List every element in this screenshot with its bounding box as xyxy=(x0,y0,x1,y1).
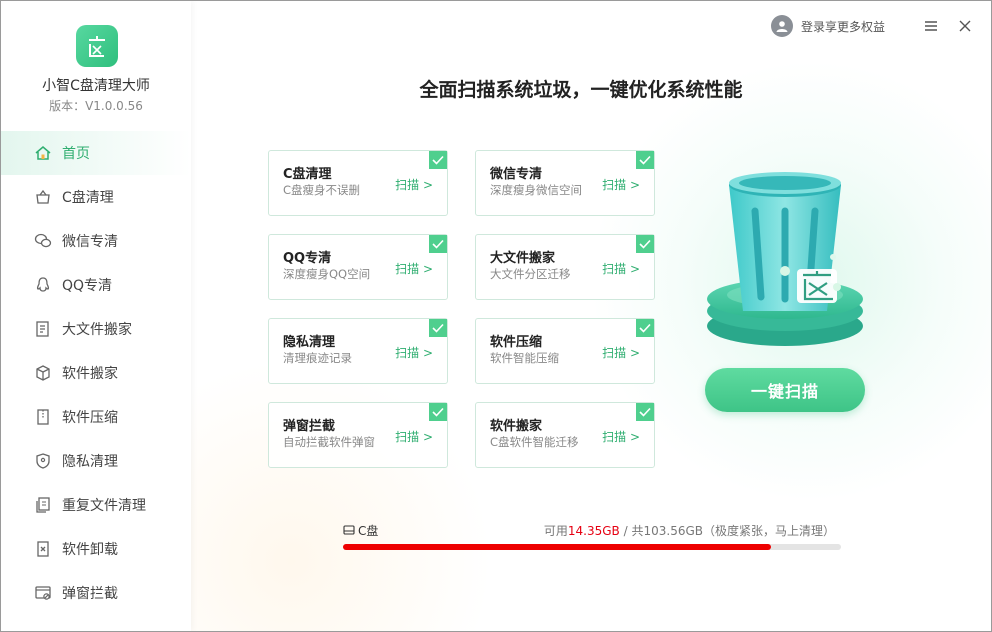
card-scan-link[interactable]: 扫描 > xyxy=(602,344,640,361)
sidebar-item-label: 首页 xyxy=(62,146,90,162)
card-scan-link[interactable]: 扫描 > xyxy=(602,428,640,445)
sidebar-item-label: 软件搬家 xyxy=(62,366,118,382)
menu-icon[interactable] xyxy=(923,18,939,34)
sidebar-item-popup-block[interactable]: 弹窗拦截 xyxy=(1,571,191,615)
sidebar-item-qq-clean[interactable]: QQ专清 xyxy=(1,263,191,307)
popup-block-icon xyxy=(33,583,53,603)
document-list-icon xyxy=(33,319,53,339)
sidebar-item-label: 重复文件清理 xyxy=(62,498,146,514)
sidebar-item-label: 隐私清理 xyxy=(62,454,118,470)
duplicate-files-icon xyxy=(33,495,53,515)
card-scan-link[interactable]: 扫描 > xyxy=(395,176,433,193)
sidebar-item-home[interactable]: 首页 xyxy=(1,131,191,175)
app-version: 版本：V1.0.0.56 xyxy=(49,99,143,113)
card-title: 隐私清理 xyxy=(283,335,336,350)
feature-card-privacy[interactable]: 隐私清理 清理痕迹记录 扫描 > xyxy=(268,318,448,384)
one-click-scan-button[interactable]: 一键扫描 xyxy=(705,368,865,412)
page-headline: 全面扫描系统垃圾，一键优化系统性能 xyxy=(419,79,743,101)
sidebar-item-label: 大文件搬家 xyxy=(62,322,132,338)
feature-card-large-file[interactable]: 大文件搬家 大文件分区迁移 扫描 > xyxy=(475,234,655,300)
topbar: 登录享更多权益 xyxy=(770,15,973,37)
sidebar-item-label: 弹窗拦截 xyxy=(62,586,118,602)
feature-card-c-drive[interactable]: C盘清理 C盘瘦身不误删 扫描 > xyxy=(268,150,448,216)
feature-card-popup-block[interactable]: 弹窗拦截 自动拦截软件弹窗 扫描 > xyxy=(268,402,448,468)
card-subtitle: 清理痕迹记录 xyxy=(283,351,352,365)
login-link[interactable]: 登录享更多权益 xyxy=(801,18,885,35)
feature-card-compress[interactable]: 软件压缩 软件智能压缩 扫描 > xyxy=(475,318,655,384)
close-icon[interactable] xyxy=(957,18,973,34)
card-scan-link[interactable]: 扫描 > xyxy=(395,344,433,361)
disk-total-text: / 共103.56GB（极度紧张，马上清理） xyxy=(619,524,835,538)
sidebar-item-duplicate-clean[interactable]: 重复文件清理 xyxy=(1,483,191,527)
checkbox-checked-icon[interactable] xyxy=(429,235,447,253)
checkbox-checked-icon[interactable] xyxy=(636,151,654,169)
card-title: C盘清理 xyxy=(283,167,332,182)
card-subtitle: 深度瘦身微信空间 xyxy=(490,183,582,197)
card-subtitle: 深度瘦身QQ空间 xyxy=(283,267,371,281)
home-icon xyxy=(33,143,53,163)
card-scan-link[interactable]: 扫描 > xyxy=(602,260,640,277)
sidebar-item-label: 软件压缩 xyxy=(62,410,118,426)
card-subtitle: 软件智能压缩 xyxy=(490,351,559,365)
disk-available-value: 14.35GB xyxy=(567,524,620,538)
sidebar-item-large-file-move[interactable]: 大文件搬家 xyxy=(1,307,191,351)
sidebar-item-label: C盘清理 xyxy=(62,190,114,206)
card-scan-link[interactable]: 扫描 > xyxy=(602,176,640,193)
disk-name: C盘 xyxy=(358,524,379,538)
sidebar-item-wechat-clean[interactable]: 微信专清 xyxy=(1,219,191,263)
card-subtitle: 大文件分区迁移 xyxy=(490,267,571,281)
feature-card-wechat[interactable]: 微信专清 深度瘦身微信空间 扫描 > xyxy=(475,150,655,216)
card-scan-link[interactable]: 扫描 > xyxy=(395,260,433,277)
basket-icon xyxy=(33,187,53,207)
card-subtitle: C盘软件智能迁移 xyxy=(490,435,579,449)
sidebar-item-software-move[interactable]: 软件搬家 xyxy=(1,351,191,395)
disk-usage-bar xyxy=(343,544,841,550)
card-title: 软件搬家 xyxy=(490,419,543,434)
checkbox-checked-icon[interactable] xyxy=(429,319,447,337)
sidebar-item-uninstall[interactable]: 软件卸载 xyxy=(1,527,191,571)
shield-icon xyxy=(33,451,53,471)
qq-icon xyxy=(33,275,53,295)
sidebar-item-label: QQ专清 xyxy=(62,278,113,294)
disk-label: C盘 xyxy=(343,522,378,539)
card-title: 大文件搬家 xyxy=(490,251,556,266)
sidebar-item-c-drive-clean[interactable]: C盘清理 xyxy=(1,175,191,219)
checkbox-checked-icon[interactable] xyxy=(429,403,447,421)
box-icon xyxy=(33,363,53,383)
card-title: 软件压缩 xyxy=(490,335,543,350)
card-title: 弹窗拦截 xyxy=(283,419,336,434)
card-subtitle: C盘瘦身不误删 xyxy=(283,183,361,197)
trash-bin-illustration xyxy=(703,161,867,351)
checkbox-checked-icon[interactable] xyxy=(636,403,654,421)
zip-file-icon xyxy=(33,407,53,427)
card-title: 微信专清 xyxy=(490,167,543,182)
drive-icon xyxy=(343,524,355,538)
app-window: 小智C盘清理大师 版本：V1.0.0.56 首页 C盘清理 微信专清 QQ专清 … xyxy=(0,0,992,632)
checkbox-checked-icon[interactable] xyxy=(429,151,447,169)
avatar[interactable] xyxy=(770,15,793,37)
disk-available-prefix: 可用 xyxy=(543,524,568,538)
uninstall-icon xyxy=(33,539,53,559)
checkbox-checked-icon[interactable] xyxy=(636,319,654,337)
app-name: 小智C盘清理大师 xyxy=(42,78,150,94)
feature-card-qq[interactable]: QQ专清 深度瘦身QQ空间 扫描 > xyxy=(268,234,448,300)
disk-usage-bar-fill xyxy=(343,544,772,550)
feature-card-software-move[interactable]: 软件搬家 C盘软件智能迁移 扫描 > xyxy=(475,402,655,468)
disk-info: 可用14.35GB / 共103.56GB（极度紧张，马上清理） xyxy=(544,522,835,539)
sidebar-item-privacy-clean[interactable]: 隐私清理 xyxy=(1,439,191,483)
sidebar-item-software-compress[interactable]: 软件压缩 xyxy=(1,395,191,439)
app-logo xyxy=(76,25,118,67)
checkbox-checked-icon[interactable] xyxy=(636,235,654,253)
disk-usage: C盘 可用14.35GB / 共103.56GB（极度紧张，马上清理） xyxy=(343,522,841,550)
sidebar-item-label: 软件卸载 xyxy=(62,542,118,558)
sidebar: 小智C盘清理大师 版本：V1.0.0.56 首页 C盘清理 微信专清 QQ专清 … xyxy=(1,1,191,631)
sidebar-nav: 首页 C盘清理 微信专清 QQ专清 大文件搬家 软件搬家 软件压缩 隐私清理 重… xyxy=(1,131,191,615)
card-scan-link[interactable]: 扫描 > xyxy=(395,428,433,445)
sidebar-item-label: 微信专清 xyxy=(62,234,118,250)
wechat-icon xyxy=(33,231,53,251)
card-subtitle: 自动拦截软件弹窗 xyxy=(283,435,375,449)
card-title: QQ专清 xyxy=(283,251,332,266)
main-panel: 登录享更多权益 全面扫描系统垃圾，一键优化系统性能 C盘清理 C盘瘦身不误删 扫… xyxy=(191,1,991,631)
